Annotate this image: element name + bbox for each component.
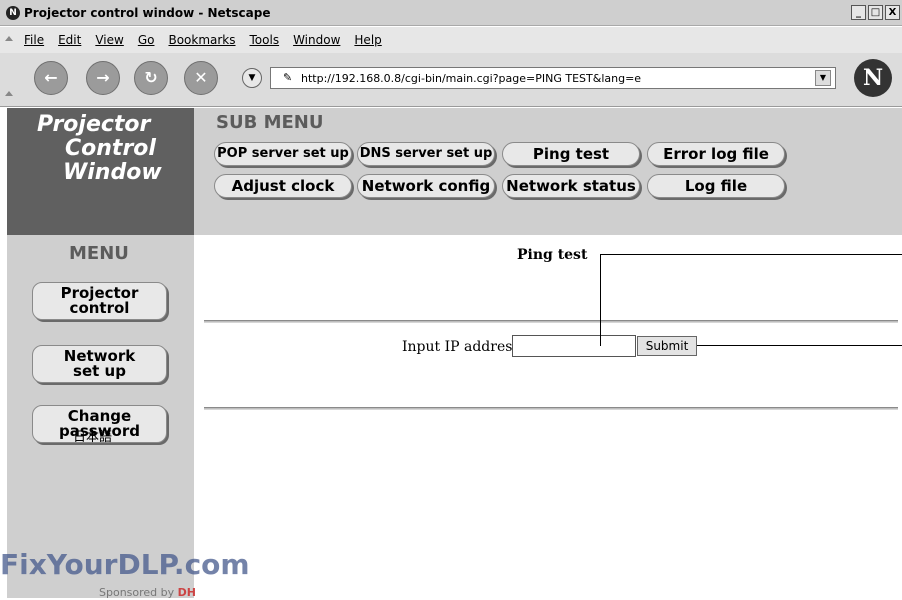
history-dropdown-icon[interactable]: ▼ <box>242 68 262 88</box>
submenu-error-log-button[interactable]: Error log file <box>647 142 785 166</box>
menu-button-line: set up <box>73 362 126 380</box>
url-dropdown-icon[interactable]: ▼ <box>815 70 831 86</box>
back-button[interactable]: ← <box>34 61 68 95</box>
submenu-network-config-button[interactable]: Network config <box>357 174 495 198</box>
toolbar-grip-icon[interactable] <box>5 36 13 41</box>
toolbar-grip-icon[interactable] <box>5 91 13 96</box>
forward-button[interactable]: → <box>86 61 120 95</box>
menu-tools[interactable]: Tools <box>250 33 280 47</box>
menu-title: MENU <box>69 243 129 264</box>
window-titlebar: N Projector control window - Netscape _ … <box>0 0 902 26</box>
ip-address-input[interactable] <box>512 335 636 357</box>
main-panel: Ping test Input IP address Submit <box>194 235 902 598</box>
netscape-throbber-icon[interactable]: N <box>854 59 892 97</box>
menu-file[interactable]: File <box>24 33 44 47</box>
page-content: Projector Control Window SUB MENU POP se… <box>0 108 902 599</box>
sponsor-text: Sponsored by DH <box>99 586 196 599</box>
stop-button[interactable]: ✕ <box>184 61 218 95</box>
sponsor-brand: DH <box>177 586 196 599</box>
submenu-dns-server-button[interactable]: DNS server set up <box>357 142 495 166</box>
submenu-log-file-button[interactable]: Log file <box>647 174 785 198</box>
callout-line <box>600 254 902 255</box>
divider <box>204 407 898 410</box>
navigation-toolbar: ← → ↻ ✕ ▼ ✎ http://192.168.0.8/cgi-bin/m… <box>0 53 902 107</box>
brand-line-2: Control <box>65 136 156 161</box>
ip-address-label: Input IP address <box>402 339 520 355</box>
brand-line-3: Window <box>63 160 162 185</box>
window-controls: _ □ X <box>851 5 900 20</box>
callout-line <box>600 254 601 346</box>
menu-network-setup-button[interactable]: Network set up <box>32 345 167 383</box>
watermark-text: FixYourDLP.com <box>0 548 250 581</box>
submenu-adjust-clock-button[interactable]: Adjust clock <box>214 174 352 198</box>
brand-line-1: Projector <box>37 112 151 137</box>
menu-go[interactable]: Go <box>138 33 155 47</box>
menu-projector-control-button[interactable]: Projector control <box>32 282 167 320</box>
page-icon: ✎ <box>283 71 293 84</box>
submenu-pop-server-button[interactable]: POP server set up <box>214 142 352 166</box>
menu-button-line: control <box>69 299 130 317</box>
window-title: Projector control window - Netscape <box>24 6 271 20</box>
page-title: Ping test <box>517 247 588 263</box>
netscape-logo-icon: N <box>6 6 20 20</box>
menu-bookmarks[interactable]: Bookmarks <box>168 33 235 47</box>
callout-line <box>697 345 902 346</box>
submit-button[interactable]: Submit <box>637 336 697 356</box>
sidebar-menu: MENU Projector control Network set up Ch… <box>7 235 194 598</box>
url-bar[interactable]: ✎ http://192.168.0.8/cgi-bin/main.cgi?pa… <box>270 67 836 89</box>
language-japanese-link[interactable]: 日本語 <box>73 426 112 445</box>
submenu-title: SUB MENU <box>216 112 324 133</box>
sponsor-prefix: Sponsored by <box>99 586 175 599</box>
submenu-network-status-button[interactable]: Network status <box>502 174 640 198</box>
menu-help[interactable]: Help <box>354 33 381 47</box>
url-text[interactable]: http://192.168.0.8/cgi-bin/main.cgi?page… <box>301 72 641 85</box>
minimize-button[interactable]: _ <box>851 5 866 20</box>
menu-edit[interactable]: Edit <box>58 33 81 47</box>
maximize-button[interactable]: □ <box>868 5 883 20</box>
brand-panel: Projector Control Window <box>7 108 194 235</box>
menu-view[interactable]: View <box>95 33 123 47</box>
divider <box>204 320 898 323</box>
menu-bar: File Edit View Go Bookmarks Tools Window… <box>0 27 902 53</box>
submenu-panel: SUB MENU POP server set up DNS server se… <box>194 108 902 235</box>
menu-window[interactable]: Window <box>293 33 340 47</box>
reload-button[interactable]: ↻ <box>134 61 168 95</box>
submenu-ping-test-button[interactable]: Ping test <box>502 142 640 166</box>
close-button[interactable]: X <box>885 5 900 20</box>
